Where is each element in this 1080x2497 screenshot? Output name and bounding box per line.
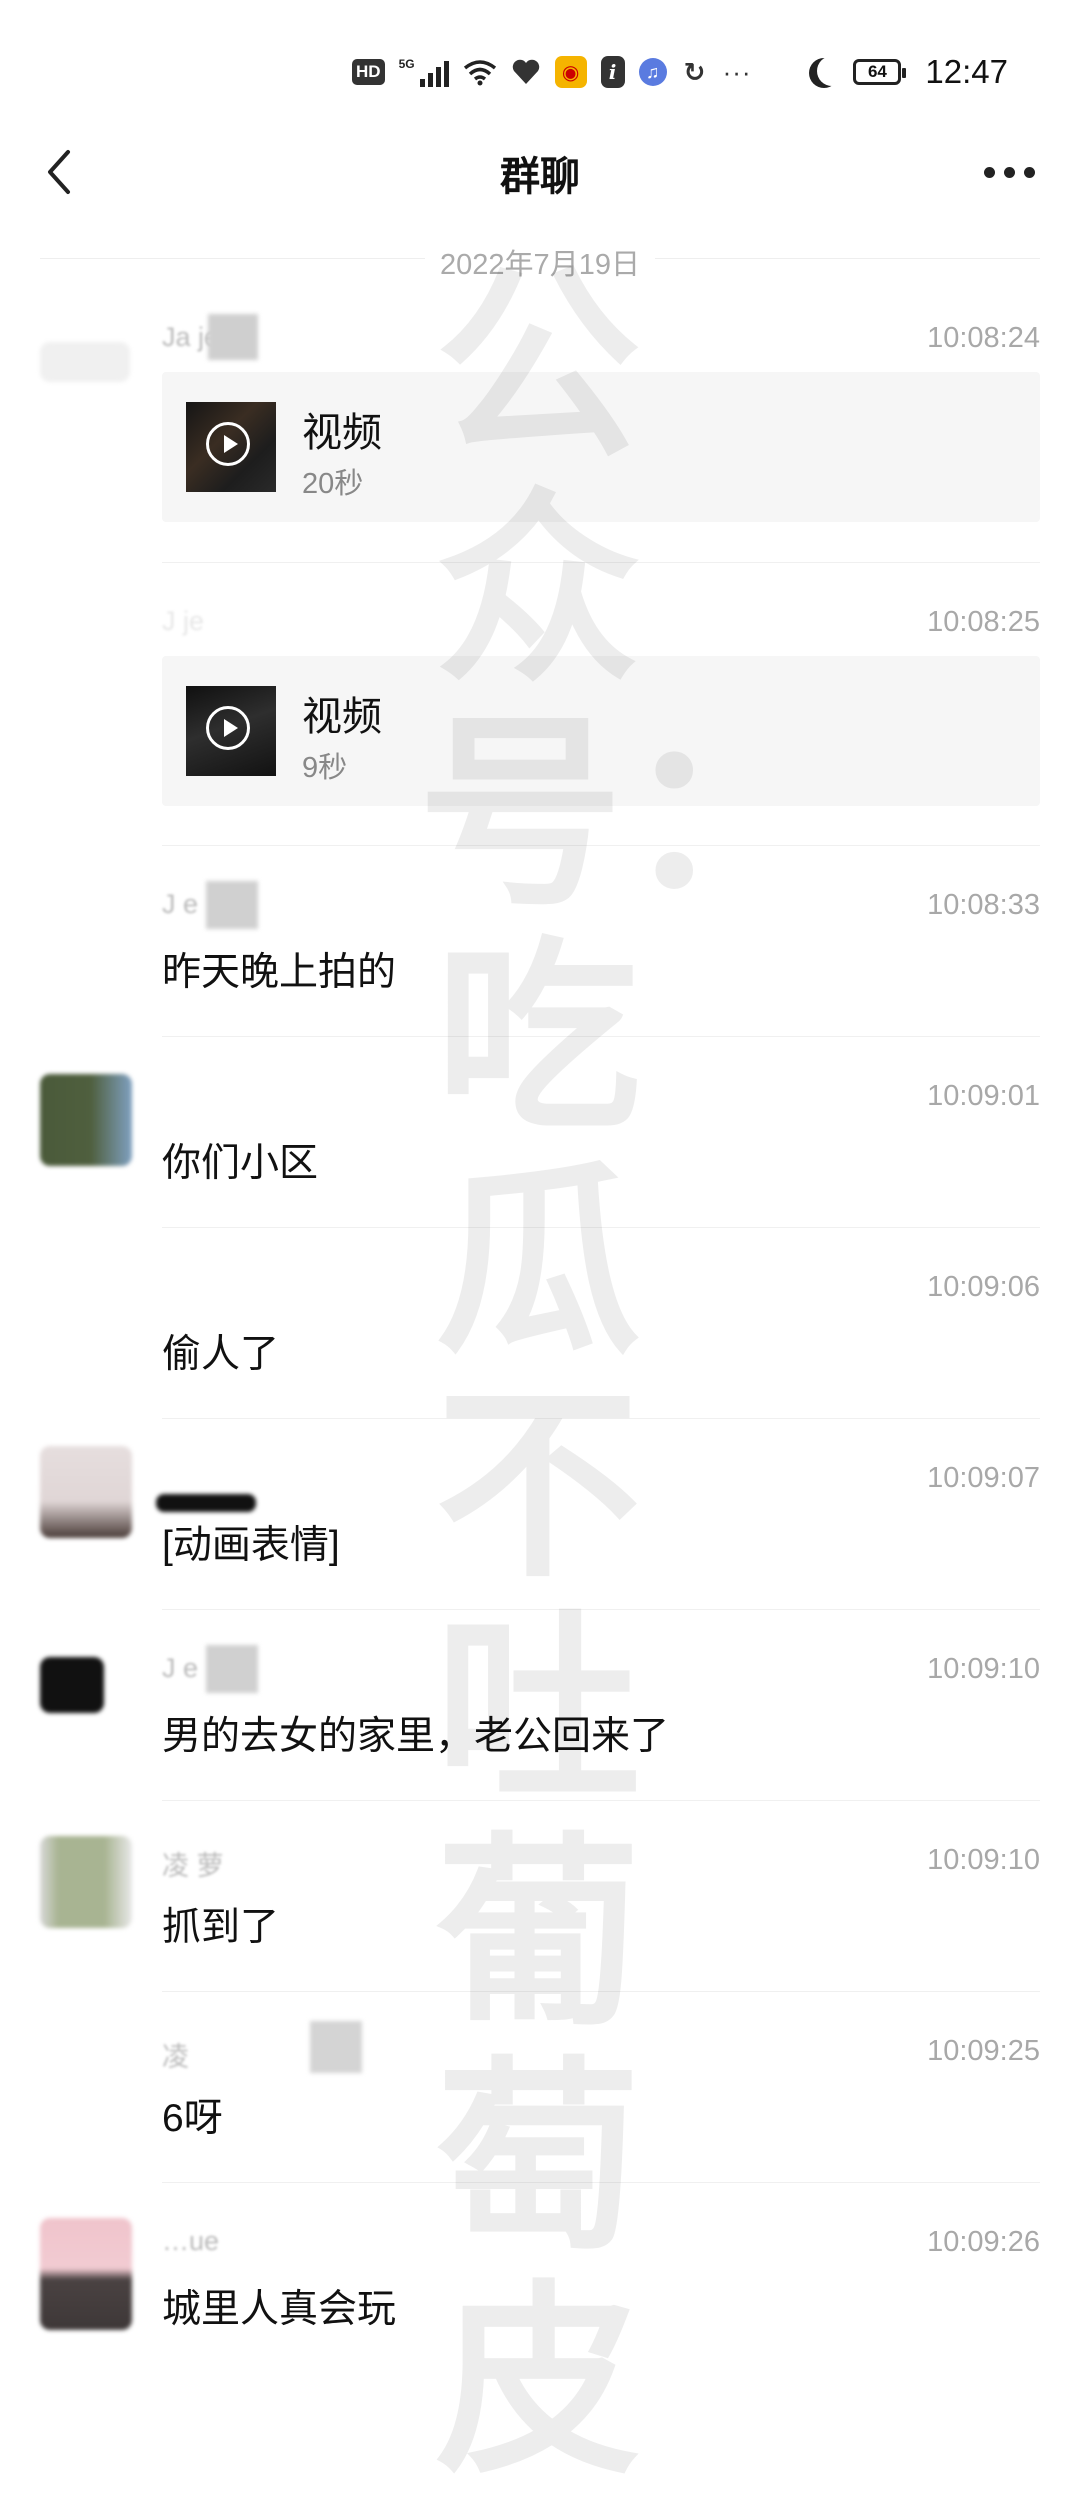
name-blur — [208, 314, 258, 360]
moon-icon — [817, 56, 847, 86]
video-thumbnail — [186, 402, 276, 492]
avatar[interactable] — [40, 1836, 132, 1928]
music-icon: ♫ — [638, 58, 667, 86]
avatar[interactable] — [40, 1074, 132, 1166]
sender-name: …ue — [162, 2226, 220, 2256]
video-title: 视频 — [302, 411, 382, 455]
sender-name: J je — [162, 606, 205, 636]
sender-name: 凌 萝 — [162, 1851, 224, 1881]
status-icons: HD 5G ◉ i ♫ ↻ ··· — [352, 52, 752, 92]
video-duration: 20秒 — [302, 468, 364, 500]
signal-icon: 5G — [399, 57, 449, 87]
video-card[interactable]: 视频 20秒 — [162, 372, 1040, 522]
sender-name: J e — [162, 889, 199, 919]
message-time: 10:08:24 — [927, 322, 1040, 354]
message-item[interactable]: 10:09:06 偷人了 — [0, 1227, 1080, 1417]
network-type-label: 5G — [398, 57, 415, 71]
name-blur — [206, 1645, 258, 1693]
separator — [162, 1418, 1040, 1419]
separator — [162, 1609, 1040, 1610]
info-icon: i — [600, 56, 625, 88]
message-time: 10:09:06 — [927, 1271, 1040, 1303]
message-time: 10:08:33 — [927, 889, 1040, 921]
video-thumbnail — [186, 686, 276, 776]
hd-icon: HD — [352, 59, 385, 85]
message-text: 昨天晚上拍的 — [162, 951, 397, 994]
separator — [162, 1036, 1040, 1037]
page-title: 群聊 — [500, 155, 580, 199]
video-duration: 9秒 — [302, 752, 348, 784]
message-text: 男的去女的家里，老公回来了 — [162, 1715, 670, 1758]
message-item[interactable]: J je 10:08:25 视频 9秒 — [0, 562, 1080, 844]
message-text: 6呀 — [162, 2097, 223, 2140]
message-time: 10:09:07 — [927, 1462, 1040, 1494]
separator — [162, 1227, 1040, 1228]
battery-icon: 64 — [853, 59, 907, 85]
message-item[interactable]: 10:09:01 你们小区 — [0, 1036, 1080, 1226]
message-item[interactable]: Ja je 10:08:24 视频 20秒 — [0, 300, 1080, 560]
more-dot — [1023, 166, 1035, 178]
message-text: 偷人了 — [162, 1333, 280, 1376]
message-text: [动画表情] — [162, 1524, 340, 1567]
name-blur — [206, 881, 258, 929]
more-options-button[interactable] — [974, 150, 1044, 194]
message-time: 10:09:10 — [927, 1844, 1040, 1876]
sender-name: J e — [162, 1653, 199, 1683]
message-text: 你们小区 — [162, 1142, 319, 1185]
message-time: 10:09:25 — [927, 2035, 1040, 2067]
avatar[interactable] — [40, 1446, 132, 1538]
message-item[interactable]: …ue 10:09:26 城里人真会玩 — [0, 2182, 1080, 2407]
message-item[interactable]: 10:09:07 [动画表情] — [0, 1418, 1080, 1608]
message-item[interactable]: 凌 萝 10:09:10 抓到了 — [0, 1800, 1080, 1990]
separator — [162, 1800, 1040, 1801]
avatar[interactable] — [40, 1657, 104, 1713]
message-time: 10:08:25 — [927, 606, 1040, 638]
play-icon — [206, 706, 250, 750]
separator — [162, 562, 1040, 563]
message-item[interactable]: J e 10:08:33 昨天晚上拍的 — [0, 845, 1080, 1035]
heart-icon — [512, 59, 539, 84]
name-blur — [156, 1494, 256, 1512]
date-divider: 2022年7月19日 — [40, 238, 1040, 281]
separator — [162, 2182, 1040, 2183]
wifi-icon — [463, 60, 496, 86]
play-icon — [206, 422, 250, 466]
separator — [162, 845, 1040, 846]
avatar[interactable] — [40, 342, 130, 382]
divider-line-right — [655, 258, 1040, 259]
message-text: 城里人真会玩 — [162, 2288, 397, 2331]
message-time: 10:09:01 — [927, 1080, 1040, 1112]
sync-icon: ↻ — [683, 56, 706, 87]
weibo-icon: ◉ — [554, 56, 587, 88]
avatar[interactable] — [40, 2218, 132, 2330]
message-time: 10:09:10 — [927, 1653, 1040, 1685]
message-item[interactable]: 凌 10:09:25 6呀 — [0, 1991, 1080, 2181]
more-dots-icon: ··· — [722, 56, 752, 87]
more-dot — [1003, 166, 1015, 178]
separator — [162, 1991, 1040, 1992]
chat-header: 群聊 — [0, 120, 1080, 220]
message-time: 10:09:26 — [927, 2226, 1040, 2258]
status-time: 12:47 — [925, 53, 1008, 90]
video-title: 视频 — [302, 695, 382, 739]
message-item[interactable]: J e 10:09:10 男的去女的家里，老公回来了 — [0, 1609, 1080, 1799]
date-text: 2022年7月19日 — [440, 249, 640, 281]
message-text: 抓到了 — [162, 1906, 280, 1949]
more-dot — [983, 166, 995, 178]
video-card[interactable]: 视频 9秒 — [162, 656, 1040, 806]
status-right: 64 12:47 — [809, 50, 1008, 94]
sender-name: 凌 — [162, 2042, 189, 2072]
status-bar: HD 5G ◉ i ♫ ↻ ··· 64 12:47 — [0, 0, 1080, 140]
name-blur — [310, 2021, 362, 2073]
